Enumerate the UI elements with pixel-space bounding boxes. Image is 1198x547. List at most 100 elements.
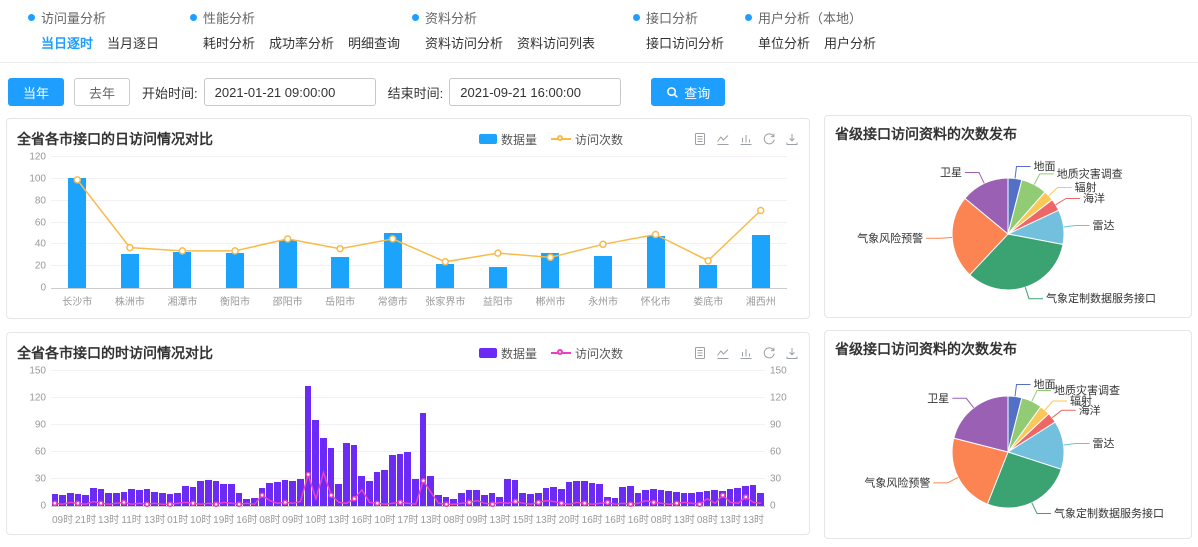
line-marker[interactable] [675, 501, 679, 505]
line-marker[interactable] [53, 501, 57, 505]
line-marker[interactable] [285, 236, 291, 242]
line-marker[interactable] [758, 208, 764, 214]
x-axis-label: 16时 [350, 511, 373, 526]
line-marker[interactable] [168, 502, 172, 506]
line-marker[interactable] [306, 473, 310, 477]
line-chart-icon[interactable] [716, 132, 730, 146]
dashboard-page: 访问量分析当日逐时当月逐日性能分析耗时分析成功率分析明细查询资料分析资料访问分析… [0, 0, 1198, 547]
line-chart-icon[interactable] [716, 346, 730, 360]
nav-subitem[interactable]: 成功率分析 [269, 36, 334, 51]
download-icon[interactable] [785, 132, 799, 146]
line-marker[interactable] [652, 500, 656, 504]
nav-group-title-row: 访问量分析 [28, 8, 173, 27]
nav-subitem[interactable]: 当日逐时 [41, 36, 93, 51]
start-time-input[interactable] [204, 78, 376, 106]
legend-item[interactable]: 访问次数 [551, 131, 623, 148]
line-marker[interactable] [191, 501, 195, 505]
last-year-button[interactable]: 去年 [74, 78, 130, 106]
line-marker[interactable] [705, 258, 711, 264]
line-marker[interactable] [600, 241, 606, 247]
nav-subitem[interactable]: 明细查询 [348, 36, 400, 51]
top-navigation: 访问量分析当日逐时当月逐日性能分析耗时分析成功率分析明细查询资料分析资料访问分析… [0, 8, 1198, 60]
legend-line-dot-icon [557, 349, 563, 355]
nav-bullet-icon [633, 14, 640, 21]
line-marker[interactable] [653, 232, 659, 238]
nav-subitem[interactable]: 耗时分析 [203, 36, 255, 51]
restore-icon[interactable] [762, 132, 776, 146]
legend-item[interactable]: 访问次数 [551, 345, 623, 362]
line-marker[interactable] [232, 248, 238, 254]
line-marker[interactable] [145, 502, 149, 506]
line-marker[interactable] [721, 493, 725, 497]
pie-label: 地质灾害调查 [1057, 166, 1123, 180]
x-axis-label: 16时 [235, 511, 258, 526]
line-marker[interactable] [537, 500, 541, 504]
line-marker[interactable] [583, 501, 587, 505]
download-icon[interactable] [785, 346, 799, 360]
nav-subitem[interactable]: 单位分析 [758, 36, 810, 51]
line-marker[interactable] [122, 500, 126, 504]
nav-group-title: 访问量分析 [41, 8, 106, 27]
search-button[interactable]: 查询 [651, 78, 725, 106]
line-marker[interactable] [329, 493, 333, 497]
line-marker[interactable] [442, 259, 448, 265]
daily-chart-header: 全省各市接口的日访问情况对比 数据量访问次数 [17, 127, 799, 151]
legend-item[interactable]: 数据量 [479, 345, 537, 362]
data-view-icon[interactable] [693, 132, 707, 146]
line-marker[interactable] [76, 501, 80, 505]
nav-subitem[interactable]: 资料访问分析 [425, 36, 503, 51]
line-marker[interactable] [390, 236, 396, 242]
line-marker[interactable] [629, 502, 633, 506]
line-series [51, 157, 787, 288]
pie-label-line [1015, 385, 1031, 397]
nav-bullet-icon [190, 14, 197, 21]
nav-group: 性能分析耗时分析成功率分析明细查询 [190, 8, 414, 52]
line-marker[interactable] [398, 500, 402, 504]
line-marker[interactable] [547, 254, 553, 260]
end-time-input[interactable] [449, 78, 621, 106]
line-marker[interactable] [74, 177, 80, 183]
line-marker[interactable] [99, 501, 103, 505]
this-year-button[interactable]: 当年 [8, 78, 64, 106]
line-marker[interactable] [560, 501, 564, 505]
bar-chart-icon[interactable] [739, 346, 753, 360]
data-view-icon[interactable] [693, 346, 707, 360]
daily-chart-card: 全省各市接口的日访问情况对比 数据量访问次数 020406080100120长沙… [6, 118, 810, 319]
pie-label-line [1056, 199, 1080, 205]
line-marker[interactable] [467, 500, 471, 504]
line-marker[interactable] [127, 245, 133, 251]
line-marker[interactable] [491, 502, 495, 506]
legend-item[interactable]: 数据量 [479, 131, 537, 148]
hourly-chart-legend: 数据量访问次数 [479, 345, 623, 362]
nav-group-title: 用户分析（本地） [758, 8, 862, 27]
pie-label: 雷达 [1093, 437, 1115, 450]
nav-subitem[interactable]: 接口访问分析 [646, 36, 724, 51]
pie-label-line [965, 173, 984, 184]
bar-chart-icon[interactable] [739, 132, 753, 146]
line-marker[interactable] [606, 500, 610, 504]
line-marker[interactable] [237, 502, 241, 506]
y-axis-label-right: 120 [770, 393, 798, 404]
nav-subitem[interactable]: 当月逐日 [107, 36, 159, 51]
restore-icon[interactable] [762, 346, 776, 360]
line-marker[interactable] [444, 502, 448, 506]
pie-top-chart: 地面地质灾害调查辐射海洋雷达气象定制数据服务接口气象风险预警卫星 [835, 146, 1181, 312]
line-marker[interactable] [421, 479, 425, 483]
pie-label-line [1032, 503, 1051, 514]
line-marker[interactable] [179, 248, 185, 254]
line-marker[interactable] [337, 246, 343, 252]
line-marker[interactable] [698, 502, 702, 506]
pie-label-line [926, 238, 952, 239]
line-marker[interactable] [283, 500, 287, 504]
legend-label: 数据量 [501, 131, 537, 148]
line-marker[interactable] [375, 501, 379, 505]
line-marker[interactable] [495, 250, 501, 256]
line-marker[interactable] [352, 497, 356, 501]
line-marker[interactable] [260, 493, 264, 497]
line-marker[interactable] [214, 502, 218, 506]
line-path[interactable] [55, 473, 761, 505]
nav-subitem[interactable]: 资料访问列表 [517, 36, 595, 51]
nav-subitem[interactable]: 用户分析 [824, 36, 876, 51]
line-marker[interactable] [514, 500, 518, 504]
line-marker[interactable] [744, 495, 748, 499]
